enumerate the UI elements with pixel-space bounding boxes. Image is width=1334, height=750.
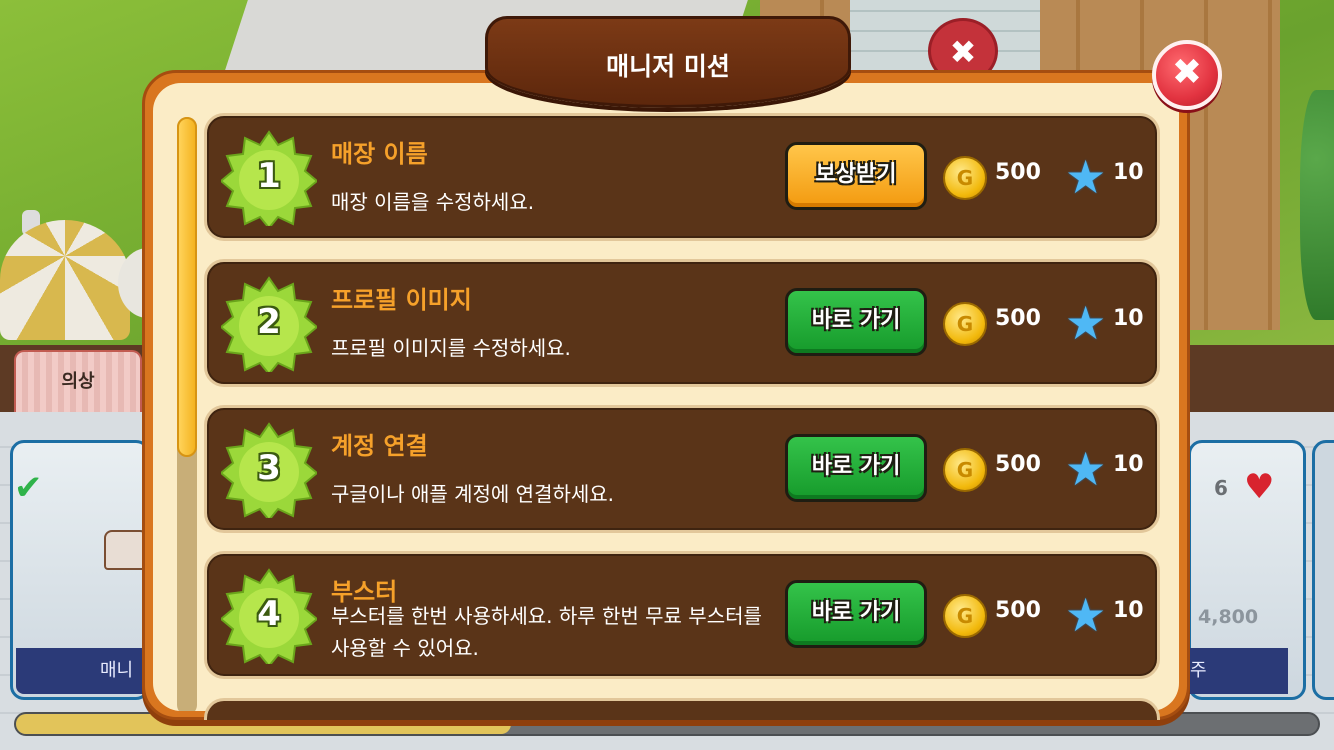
item-card[interactable]: [1312, 440, 1334, 700]
star-icon: ★: [1065, 588, 1107, 642]
mission-row: 3 계정 연결 구글이나 애플 계정에 연결하세요. 바로 가기 500 ★ 1…: [204, 405, 1160, 533]
umbrella-icon: [0, 220, 130, 340]
mission-number-badge: 1: [221, 130, 317, 226]
star-reward: 10: [1113, 160, 1144, 185]
coin-reward: 500: [995, 306, 1041, 331]
mission-number: 2: [257, 302, 281, 342]
star-icon: ★: [1065, 296, 1107, 350]
scrollbar[interactable]: [177, 117, 197, 711]
mission-number: 3: [257, 448, 281, 488]
item-price: 4,800: [1198, 606, 1259, 628]
close-x-icon: ✖: [1171, 52, 1203, 93]
star-reward: 10: [1113, 452, 1144, 477]
dialog-title: 매니저 미션: [606, 52, 730, 81]
tab-clothes[interactable]: 의상: [14, 350, 142, 412]
coin-icon: [943, 302, 987, 346]
close-button[interactable]: ✖: [1152, 40, 1222, 110]
mission-description: 프로필 이미지를 수정하세요.: [331, 336, 571, 360]
coin-reward: 500: [995, 452, 1041, 477]
mission-title: 계정 연결: [331, 432, 428, 460]
item-card-footer: 주: [1188, 648, 1288, 694]
go-now-button[interactable]: 바로 가기: [785, 434, 927, 502]
coin-reward: 500: [995, 598, 1041, 623]
heart-icon: ♥: [1244, 467, 1275, 507]
mission-description: 매장 이름을 수정하세요.: [331, 190, 535, 214]
item-card-footer: 매니: [16, 648, 156, 694]
mission-number-badge: 4: [221, 568, 317, 664]
go-now-button[interactable]: 바로 가기: [785, 580, 927, 648]
plant-icon: [1300, 90, 1334, 320]
checkmark-icon: ✔: [14, 468, 43, 508]
mission-description: 부스터를 한번 사용하세요. 하루 한번 무료 부스터를 사용할 수 있어요.: [331, 604, 762, 660]
mission-row: 1 매장 이름 매장 이름을 수정하세요. 보상받기 500 ★ 10: [204, 113, 1160, 241]
star-reward: 10: [1113, 306, 1144, 331]
dialog-title-banner: 매니저 미션: [485, 16, 851, 108]
mission-row-partial: [204, 698, 1160, 720]
mission-description: 구글이나 애플 계정에 연결하세요.: [331, 482, 615, 506]
scrollbar-thumb[interactable]: [177, 117, 197, 457]
coin-icon: [943, 156, 987, 200]
mission-title: 프로필 이미지: [331, 286, 472, 314]
star-reward: 10: [1113, 598, 1144, 623]
mission-title: 매장 이름: [331, 140, 428, 168]
mission-number: 4: [257, 594, 281, 634]
coin-reward: 500: [995, 160, 1041, 185]
heart-count: 6: [1214, 476, 1228, 500]
claim-reward-button[interactable]: 보상받기: [785, 142, 927, 210]
coin-icon: [943, 448, 987, 492]
mission-number: 1: [257, 156, 281, 196]
star-icon: ★: [1065, 150, 1107, 204]
mission-row: 2 프로필 이미지 프로필 이미지를 수정하세요. 바로 가기 500 ★ 10: [204, 259, 1160, 387]
mission-number-badge: 2: [221, 276, 317, 372]
mission-number-badge: 3: [221, 422, 317, 518]
coin-icon: [943, 594, 987, 638]
mission-row: 4 부스터 부스터를 한번 사용하세요. 하루 한번 무료 부스터를 사용할 수…: [204, 551, 1160, 679]
go-now-button[interactable]: 바로 가기: [785, 288, 927, 356]
star-icon: ★: [1065, 442, 1107, 496]
